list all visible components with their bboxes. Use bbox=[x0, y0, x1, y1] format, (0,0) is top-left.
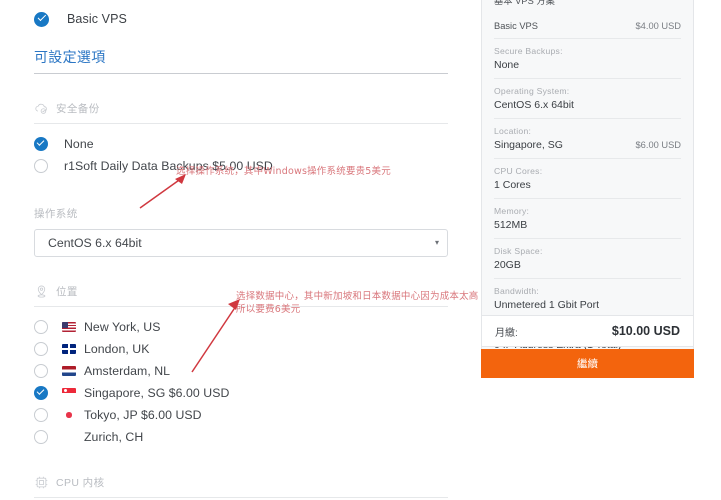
flag-us-icon bbox=[62, 322, 76, 332]
title-divider bbox=[34, 73, 448, 74]
option-label: Amsterdam, NL bbox=[84, 364, 171, 378]
option-label: Zurich, CH bbox=[84, 430, 144, 444]
option-label: London, UK bbox=[84, 342, 150, 356]
summary-key: Operating System: bbox=[494, 86, 570, 96]
option-row-location-singapore[interactable]: Singapore, SG $6.00 USD bbox=[34, 382, 448, 404]
summary-row-memory: Memory: 512MB bbox=[494, 199, 681, 239]
order-summary-panel: 基本 VPS 方案 Basic VPS $4.00 USD Secure Bac… bbox=[481, 0, 694, 358]
option-label: None bbox=[64, 137, 94, 151]
option-label: Singapore, SG $6.00 USD bbox=[84, 386, 230, 400]
summary-value: None bbox=[494, 59, 520, 71]
group-label-secure-backups: 安全备份 bbox=[56, 103, 100, 115]
summary-value: CentOS 6.x 64bit bbox=[494, 99, 574, 111]
cloud-backup-icon bbox=[34, 101, 49, 116]
option-label: New York, US bbox=[84, 320, 161, 334]
radio-unselected-icon[interactable] bbox=[34, 364, 48, 378]
flag-ch-icon bbox=[62, 432, 76, 442]
summary-row-secure-backups: Secure Backups: None bbox=[494, 39, 681, 79]
chevron-down-icon[interactable]: ▾ bbox=[435, 239, 439, 247]
total-amount: $10.00 USD bbox=[611, 324, 680, 338]
option-label: Tokyo, JP $6.00 USD bbox=[84, 408, 202, 422]
product-row[interactable]: Basic VPS bbox=[34, 8, 448, 30]
group-label-cpu: CPU 内核 bbox=[56, 477, 105, 489]
option-row-backup-none[interactable]: None bbox=[34, 133, 448, 155]
radio-unselected-icon[interactable] bbox=[34, 342, 48, 356]
product-selected-check-icon[interactable] bbox=[34, 11, 49, 27]
summary-product-name: Basic VPS bbox=[494, 21, 538, 31]
option-row-location-zurich[interactable]: Zurich, CH bbox=[34, 426, 448, 448]
cpu-chip-icon bbox=[34, 475, 49, 490]
summary-row-disk-space: Disk Space: 20GB bbox=[494, 239, 681, 279]
radio-selected-icon[interactable] bbox=[34, 386, 48, 400]
configurable-options-title: 可設定選項 bbox=[34, 49, 106, 65]
summary-row-operating-system: Operating System: CentOS 6.x 64bit bbox=[494, 79, 681, 119]
group-divider-secure-backups bbox=[34, 123, 448, 124]
product-name: Basic VPS bbox=[67, 12, 127, 26]
os-field-label: 操作系统 bbox=[34, 208, 78, 220]
summary-key: Memory: bbox=[494, 206, 530, 216]
flag-jp-icon bbox=[62, 410, 76, 420]
summary-clipped-header-text: 基本 VPS 方案 bbox=[494, 0, 555, 6]
summary-row-cpu-cores: CPU Cores: 1 Cores bbox=[494, 159, 681, 199]
annotation-os-note: 选择操作系统，其中Windows操作系统要贵5美元 bbox=[176, 166, 391, 177]
continue-button[interactable]: 繼續 bbox=[481, 349, 694, 378]
annotation-dc-note-line1: 选择数据中心，其中新加坡和日本数据中心因为成本太高 bbox=[236, 291, 479, 302]
summary-value: 512MB bbox=[494, 219, 528, 231]
summary-row-location: Location: Singapore, SG $6.00 USD bbox=[494, 119, 681, 159]
summary-rows: Basic VPS $4.00 USD Secure Backups: None… bbox=[482, 14, 693, 358]
radio-unselected-icon[interactable] bbox=[34, 430, 48, 444]
configuration-column: Basic VPS 可設定選項 安全备份 None r1Soft Daily D… bbox=[0, 0, 474, 500]
flag-sg-icon bbox=[62, 388, 76, 398]
os-select-value: CentOS 6.x 64bit bbox=[48, 236, 142, 250]
group-label-location: 位置 bbox=[56, 286, 78, 298]
group-header-cpu: CPU 内核 bbox=[34, 475, 448, 497]
option-row-location-tokyo[interactable]: Tokyo, JP $6.00 USD bbox=[34, 404, 448, 426]
summary-product-price: $4.00 USD bbox=[635, 21, 681, 31]
option-row-location-new-york[interactable]: New York, US bbox=[34, 316, 448, 338]
radio-unselected-icon[interactable] bbox=[34, 408, 48, 422]
group-divider-cpu bbox=[34, 497, 448, 498]
summary-row-product: Basic VPS $4.00 USD bbox=[494, 14, 681, 39]
summary-key: CPU Cores: bbox=[494, 166, 543, 176]
option-list-location: New York, US London, UK Amsterdam, NL Si… bbox=[34, 316, 448, 448]
group-header-secure-backups: 安全备份 bbox=[34, 101, 448, 123]
os-select[interactable]: CentOS 6.x 64bit ▾ bbox=[34, 229, 448, 257]
radio-unselected-icon[interactable] bbox=[34, 320, 48, 334]
total-label: 月繳: bbox=[495, 327, 518, 339]
summary-value: Unmetered 1 Gbit Port bbox=[494, 299, 600, 311]
annotation-dc-note-line2: 所以要费6美元 bbox=[236, 304, 301, 315]
option-row-location-amsterdam[interactable]: Amsterdam, NL bbox=[34, 360, 448, 382]
flag-uk-icon bbox=[62, 344, 76, 354]
summary-value: Singapore, SG bbox=[494, 139, 563, 151]
summary-key: Bandwidth: bbox=[494, 286, 540, 296]
summary-price: $6.00 USD bbox=[635, 140, 681, 150]
radio-unselected-icon[interactable] bbox=[34, 159, 48, 173]
summary-key: Disk Space: bbox=[494, 246, 543, 256]
summary-value: 20GB bbox=[494, 259, 521, 271]
page-root: Basic VPS 可設定選項 安全备份 None r1Soft Daily D… bbox=[0, 0, 721, 500]
summary-key: Secure Backups: bbox=[494, 46, 563, 56]
map-pin-icon bbox=[34, 284, 49, 299]
total-bar: 月繳: $10.00 USD bbox=[481, 315, 694, 347]
summary-row-bandwidth: Bandwidth: Unmetered 1 Gbit Port bbox=[494, 279, 681, 319]
radio-selected-icon[interactable] bbox=[34, 137, 48, 151]
flag-nl-icon bbox=[62, 366, 76, 376]
summary-value: 1 Cores bbox=[494, 179, 531, 191]
summary-key: Location: bbox=[494, 126, 532, 136]
summary-clipped-header: 基本 VPS 方案 bbox=[482, 0, 693, 14]
option-row-location-london[interactable]: London, UK bbox=[34, 338, 448, 360]
